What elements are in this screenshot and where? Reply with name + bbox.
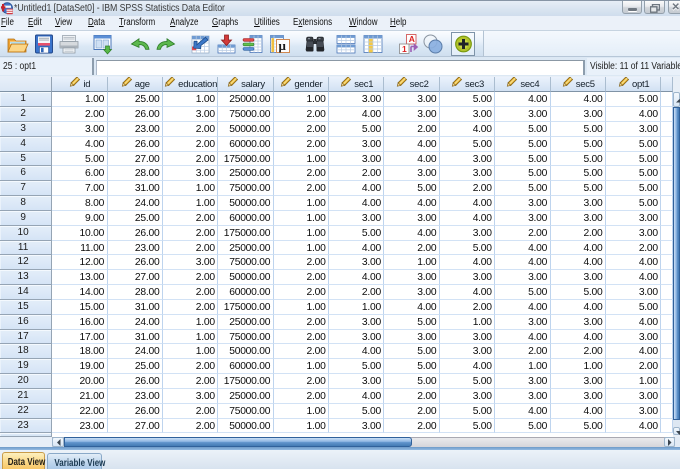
svg-text:μ: μ (279, 38, 287, 53)
svg-text:A: A (408, 34, 414, 44)
svg-text:1: 1 (402, 44, 407, 54)
